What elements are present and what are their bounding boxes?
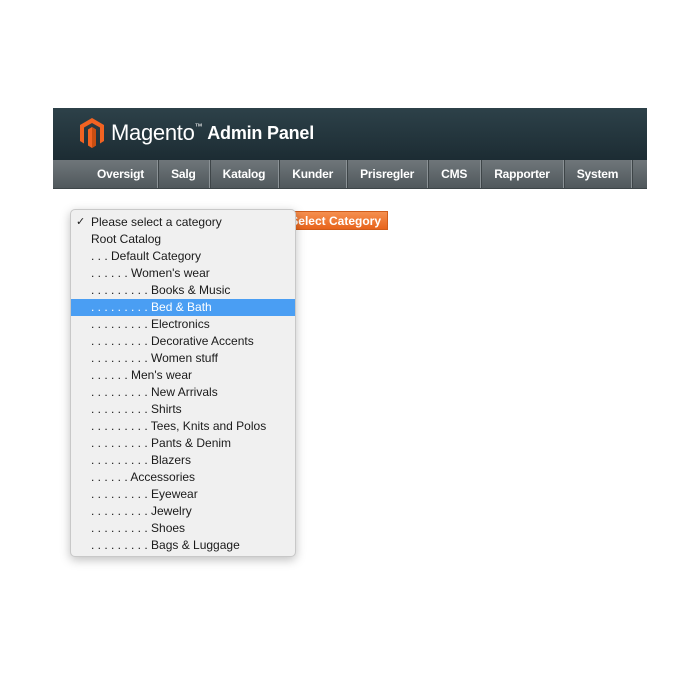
checkmark-icon: ✓ [76, 216, 86, 228]
dropdown-option[interactable]: . . . . . . . . . Jewelry [71, 503, 295, 520]
dropdown-option-highlighted[interactable]: . . . . . . . . . Bed & Bath [71, 299, 295, 316]
nav-item-oversigt[interactable]: Oversigt [84, 160, 159, 188]
dropdown-option[interactable]: . . . . . . . . . Electronics [71, 316, 295, 333]
nav-item-katalog[interactable]: Katalog [210, 160, 280, 188]
logo-subtitle: Admin Panel [207, 122, 315, 143]
dropdown-option[interactable]: . . . . . . . . . Books & Music [71, 282, 295, 299]
nav-item-prisregler[interactable]: Prisregler [347, 160, 429, 188]
admin-header: Magento™ Admin Panel [53, 108, 647, 160]
option-label: . . . . . . . . . Bed & Bath [91, 300, 212, 314]
option-label: . . . . . . . . . New Arrivals [91, 385, 218, 399]
option-label: . . . . . . . . . Shoes [91, 521, 186, 535]
dropdown-option[interactable]: . . . Default Category [71, 248, 295, 265]
dropdown-option[interactable]: . . . . . . . . . New Arrivals [71, 384, 295, 401]
logo[interactable]: Magento™ Admin Panel [80, 117, 314, 149]
option-label: . . . . . . . . . Decorative Accents [91, 334, 254, 348]
dropdown-option[interactable]: . . . . . . . . . Eyewear [71, 486, 295, 503]
option-label: . . . . . . Accessories [91, 470, 196, 484]
option-label: . . . Default Category [91, 249, 202, 263]
option-label: Root Catalog [91, 232, 162, 246]
magento-logo-icon [80, 118, 104, 148]
dropdown-option[interactable]: . . . . . . Accessories [71, 469, 295, 486]
nav-item-kunder[interactable]: Kunder [279, 160, 348, 188]
dropdown-option[interactable]: . . . . . . . . . Decorative Accents [71, 333, 295, 350]
option-label: . . . . . . . . . Electronics [91, 317, 210, 331]
dropdown-option[interactable]: . . . . . . . . . Bags & Luggage [71, 537, 295, 554]
option-label: . . . . . . . . . Tees, Knits and Polos [91, 419, 267, 433]
option-label: . . . . . . . . . Shirts [91, 402, 182, 416]
dropdown-option[interactable]: . . . . . . . . . Women stuff [71, 350, 295, 367]
dropdown-option[interactable]: . . . . . . . . . Shirts [71, 401, 295, 418]
option-label: Please select a category [91, 215, 222, 229]
logo-name: Magento [111, 120, 195, 145]
logo-text: Magento™ [111, 120, 203, 146]
option-label: . . . . . . . . . Blazers [91, 453, 192, 467]
main-nav: Oversigt Salg Katalog Kunder Prisregler … [53, 160, 647, 189]
dropdown-option[interactable]: . . . . . . . . . Pants & Denim [71, 435, 295, 452]
option-label: . . . . . . . . . Books & Music [91, 283, 231, 297]
dropdown-option[interactable]: . . . . . . . . . Blazers [71, 452, 295, 469]
nav-item-cms[interactable]: CMS [428, 160, 482, 188]
option-label: . . . . . . . . . Bags & Luggage [91, 538, 240, 552]
dropdown-option[interactable]: . . . . . . . . . Tees, Knits and Polos [71, 418, 295, 435]
option-label: . . . . . . Men's wear [91, 368, 192, 382]
select-category-button[interactable]: Select Category [286, 211, 388, 230]
option-label: . . . . . . . . . Eyewear [91, 487, 198, 501]
option-label: . . . . . . Women's wear [91, 266, 210, 280]
logo-trademark: ™ [194, 122, 203, 131]
nav-item-rapporter[interactable]: Rapporter [481, 160, 564, 188]
option-label: . . . . . . . . . Women stuff [91, 351, 218, 365]
dropdown-option[interactable]: Root Catalog [71, 231, 295, 248]
option-label: . . . . . . . . . Pants & Denim [91, 436, 232, 450]
nav-item-salg[interactable]: Salg [158, 160, 210, 188]
option-label: . . . . . . . . . Jewelry [91, 504, 192, 518]
nav-item-system[interactable]: System [564, 160, 633, 188]
dropdown-option[interactable]: . . . . . . Women's wear [71, 265, 295, 282]
dropdown-option[interactable]: ✓ Please select a category [71, 214, 295, 231]
dropdown-option[interactable]: . . . . . . Men's wear [71, 367, 295, 384]
category-dropdown-list: ✓ Please select a category Root Catalog .… [70, 209, 296, 557]
dropdown-option[interactable]: . . . . . . . . . Shoes [71, 520, 295, 537]
